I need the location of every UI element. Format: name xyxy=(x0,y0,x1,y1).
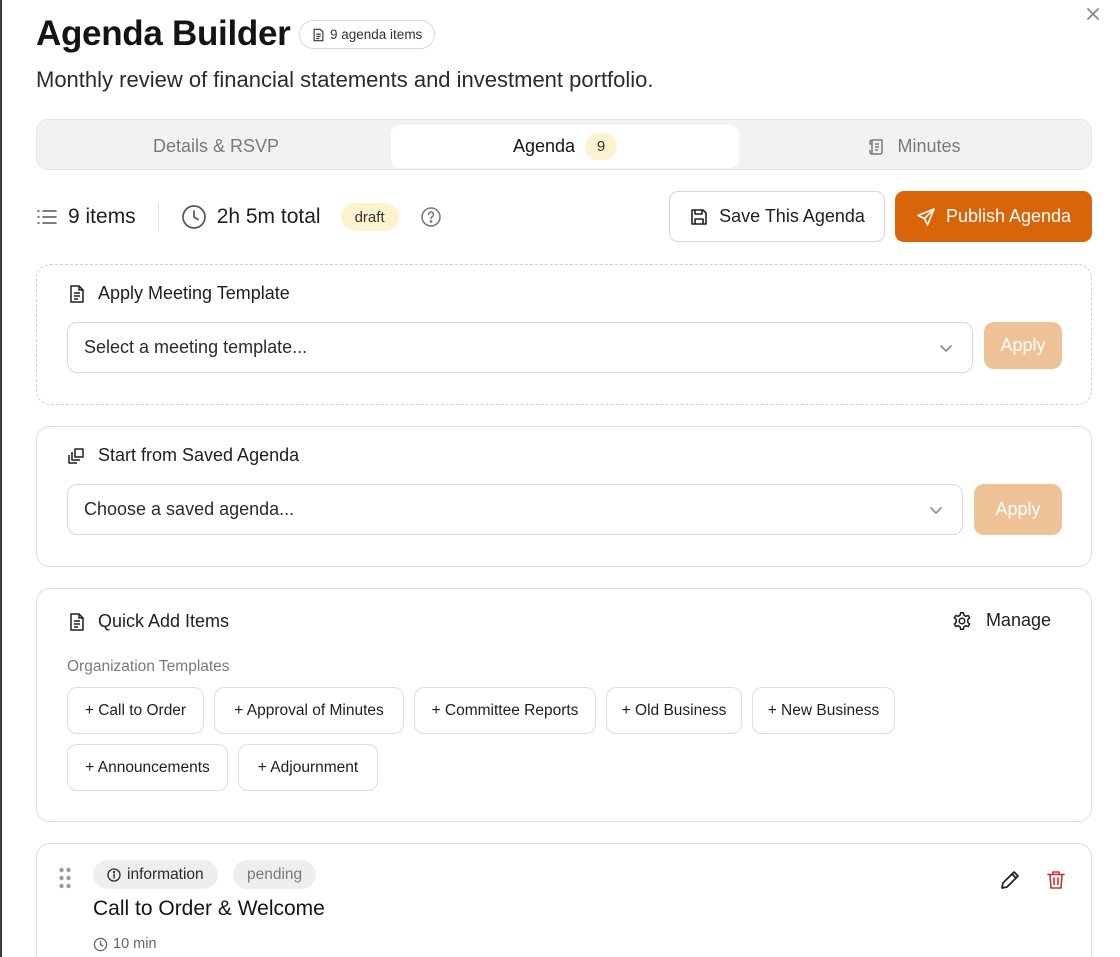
meeting-template-placeholder: Select a meeting template... xyxy=(84,337,308,357)
document-icon xyxy=(70,612,84,631)
floppy-disk-icon xyxy=(691,208,707,225)
page-title: Agenda Builder xyxy=(36,14,291,53)
add-adjournment-chip[interactable]: + Adjournment xyxy=(238,744,378,791)
item-type-label: information xyxy=(127,865,204,883)
meeting-template-title: Apply Meeting Template xyxy=(98,283,290,303)
organization-templates-label: Organization Templates xyxy=(67,658,230,675)
clock-icon xyxy=(181,205,206,229)
document-icon xyxy=(70,284,84,303)
tab-minutes[interactable]: Minutes xyxy=(739,125,1089,168)
agenda-count-label: 9 agenda items xyxy=(330,27,423,42)
total-duration: 2h 5m total xyxy=(216,205,321,228)
tab-label: Agenda xyxy=(512,136,576,156)
apply-saved-agenda-button[interactable]: Apply xyxy=(974,484,1062,535)
document-icon xyxy=(313,28,324,41)
tab-count-badge: 9 xyxy=(585,133,618,160)
send-icon xyxy=(917,207,935,226)
saved-agenda-card: Start from Saved Agenda Choose a saved a… xyxy=(36,426,1092,567)
manage-label: Manage xyxy=(985,610,1051,630)
quick-add-card: Quick Add Items Manage Organization Temp… xyxy=(36,588,1092,822)
meeting-template-select[interactable]: Select a meeting template... xyxy=(67,322,973,373)
add-committee-reports-chip[interactable]: + Committee Reports xyxy=(414,687,596,734)
chevron-down-icon xyxy=(940,345,952,353)
info-icon xyxy=(107,867,121,882)
list-icon xyxy=(37,210,57,224)
saved-agenda-heading: Start from Saved Agenda xyxy=(67,445,299,466)
quick-add-title: Quick Add Items xyxy=(98,611,230,631)
agenda-item-title: Call to Order & Welcome xyxy=(93,897,325,920)
save-agenda-label: Save This Agenda xyxy=(719,206,865,226)
tab-bar: Details & RSVP Agenda 9 Minutes xyxy=(36,119,1092,170)
item-status-badge: pending xyxy=(233,860,317,889)
item-count-stat: 9 items xyxy=(36,205,136,229)
item-count: 9 items xyxy=(68,205,136,228)
scroll-icon xyxy=(869,138,884,155)
agenda-stats: 9 items 2h 5m total draft xyxy=(36,198,442,236)
publish-agenda-button[interactable]: Publish Agenda xyxy=(895,191,1092,242)
save-agenda-button[interactable]: Save This Agenda xyxy=(669,191,885,242)
help-circle-icon[interactable] xyxy=(420,206,442,228)
add-call-to-order-chip[interactable]: + Call to Order xyxy=(67,687,204,734)
stats-divider xyxy=(157,203,159,231)
tab-label: Minutes xyxy=(897,136,961,156)
saved-agenda-placeholder: Choose a saved agenda... xyxy=(84,499,295,519)
clock-icon xyxy=(93,937,108,951)
add-old-business-chip[interactable]: + Old Business xyxy=(606,687,742,734)
add-approval-of-minutes-chip[interactable]: + Approval of Minutes xyxy=(214,687,404,734)
chevron-down-icon xyxy=(930,507,942,515)
duration-stat: 2h 5m total xyxy=(181,204,321,230)
close-icon[interactable] xyxy=(1083,4,1103,24)
agenda-item-duration: 10 min xyxy=(93,936,157,952)
pencil-icon[interactable] xyxy=(999,869,1021,891)
agenda-count-badge: 9 agenda items xyxy=(299,20,436,49)
add-new-business-chip[interactable]: + New Business xyxy=(752,687,895,734)
publish-agenda-label: Publish Agenda xyxy=(945,206,1072,226)
agenda-item-duration-label: 10 min xyxy=(113,936,157,952)
trash-icon[interactable] xyxy=(1045,869,1067,891)
add-announcements-chip[interactable]: + Announcements xyxy=(67,744,228,791)
meeting-template-card: Apply Meeting Template Select a meeting … xyxy=(36,264,1092,405)
status-badge: draft xyxy=(340,203,399,231)
dialog-panel: Agenda Builder 9 agenda items Monthly re… xyxy=(0,0,1120,957)
drag-handle-icon[interactable] xyxy=(58,867,72,889)
tab-agenda[interactable]: Agenda 9 xyxy=(391,125,739,168)
tab-label: Details & RSVP xyxy=(152,136,280,156)
tab-details-rsvp[interactable]: Details & RSVP xyxy=(41,125,391,168)
gear-icon xyxy=(953,611,971,630)
quick-add-heading: Quick Add Items xyxy=(67,611,229,632)
manage-templates-button[interactable]: Manage xyxy=(952,610,1051,631)
item-type-badge: information xyxy=(93,860,218,889)
saved-agenda-title: Start from Saved Agenda xyxy=(98,445,300,465)
meeting-template-heading: Apply Meeting Template xyxy=(67,283,290,304)
saved-agenda-select[interactable]: Choose a saved agenda... xyxy=(67,484,963,535)
agenda-item-card: information pending Call to Order & Welc… xyxy=(36,843,1092,957)
copy-stack-icon xyxy=(68,447,84,464)
apply-template-button[interactable]: Apply xyxy=(984,322,1062,369)
page-subtitle: Monthly review of financial statements a… xyxy=(36,67,654,92)
